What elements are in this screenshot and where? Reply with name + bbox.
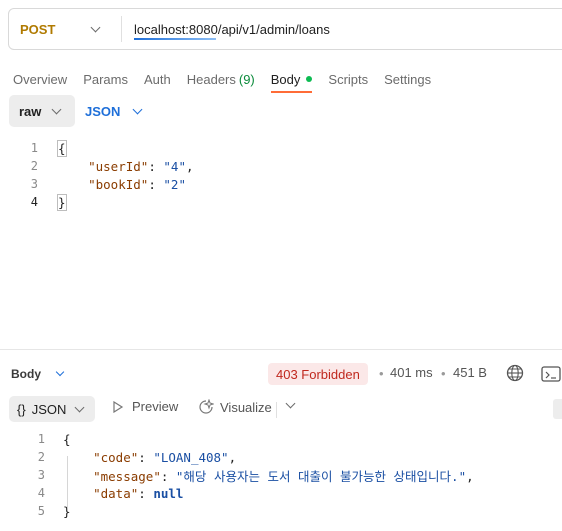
tab-label: Overview [13, 71, 68, 87]
line-number: 3 [37, 468, 45, 482]
code-text: "message": "해당 사용자는 도서 대출이 불가능한 상태입니다.", [93, 468, 474, 484]
json-key: "code" [93, 449, 139, 465]
request-body-editor[interactable]: 1 { 2 "userId": "4", 3 "bookId": "2" 4 } [0, 138, 562, 350]
menu-icon[interactable] [553, 399, 562, 419]
line-number: 2 [37, 450, 45, 464]
separator-dot: • [379, 366, 384, 381]
request-url-bar: POST localhost:8080/api/v1/admin/loans [8, 8, 562, 50]
json-value: "2" [163, 176, 186, 192]
chevron-down-icon [74, 402, 85, 412]
tab-scripts[interactable]: Scripts [328, 67, 368, 91]
code-text: "data": null [93, 485, 184, 501]
body-mode-label: raw [19, 103, 42, 119]
tab-label: Settings [384, 71, 432, 87]
code-text: { [57, 139, 67, 157]
response-header: Body 403 Forbidden • 401 ms • 451 B [0, 360, 562, 388]
status-badge[interactable]: 403 Forbidden [268, 363, 368, 385]
response-format-select[interactable]: {} JSON [9, 396, 95, 422]
json-key: "userId" [88, 158, 149, 174]
tab-label: Params [83, 71, 128, 87]
response-format-label: JSON [31, 401, 67, 417]
json-value: "해당 사용자는 도서 대출이 불가능한 상태입니다." [175, 468, 467, 484]
code-text: "code": "LOAN_408", [93, 449, 237, 465]
response-time[interactable]: 401 ms [390, 365, 433, 380]
response-toolbar: {} JSON Preview Visualize [0, 396, 562, 424]
code-text: "userId": "4", [88, 158, 194, 174]
body-mode-select[interactable]: raw [9, 95, 75, 127]
open-brace: { [57, 139, 67, 157]
json-key: "message" [93, 468, 161, 484]
json-value: "LOAN_408" [153, 449, 229, 465]
body-active-dot-icon [306, 76, 313, 82]
json-value: null [153, 485, 184, 501]
response-body-label[interactable]: Body [11, 367, 41, 381]
tab-body[interactable]: Body [270, 67, 313, 93]
editor-line: 1 { [0, 430, 562, 448]
json-trail: , [466, 468, 474, 484]
line-number: 3 [30, 177, 38, 191]
tab-headers[interactable]: Headers (9) [187, 67, 255, 91]
json-value: "4" [163, 158, 186, 174]
method-select[interactable]: POST [9, 9, 121, 49]
line-number: 4 [37, 486, 45, 500]
chevron-down-icon[interactable] [55, 367, 65, 377]
request-tabs: Overview Params Auth Headers (9) Body Scr… [13, 67, 447, 93]
headers-count-badge: (9) [238, 71, 255, 87]
open-brace: { [63, 431, 71, 447]
body-language-select[interactable]: JSON [85, 95, 143, 127]
visualize-label: Visualize [220, 399, 272, 415]
editor-line: 3 "bookId": "2" [0, 175, 562, 193]
tab-label: Scripts [328, 71, 369, 87]
editor-line: 2 "code": "LOAN_408", [0, 448, 562, 466]
visualize-button[interactable]: Visualize [198, 399, 272, 415]
chevron-down-icon [132, 104, 143, 114]
body-language-label: JSON [85, 103, 121, 119]
chevron-down-icon[interactable] [285, 398, 296, 409]
globe-icon[interactable] [506, 364, 524, 382]
code-text: } [57, 193, 67, 211]
editor-line: 4 "data": null [0, 484, 562, 502]
chevron-down-icon [51, 104, 62, 114]
response-size[interactable]: 451 B [453, 365, 487, 380]
chevron-down-icon [90, 22, 101, 32]
url-input[interactable]: localhost:8080/api/v1/admin/loans [122, 22, 330, 40]
save-response-icon[interactable] [541, 365, 562, 383]
line-number: 4 [30, 195, 38, 209]
separator-dot: • [441, 366, 446, 381]
editor-line: 2 "userId": "4", [0, 157, 562, 175]
tab-overview[interactable]: Overview [13, 67, 67, 91]
tab-label: Headers [186, 71, 236, 87]
visualize-icon [199, 399, 214, 414]
tab-settings[interactable]: Settings [384, 67, 431, 91]
line-number: 1 [30, 141, 38, 155]
json-key: "bookId" [88, 176, 149, 192]
json-key: "data" [93, 485, 139, 501]
indent-guide [67, 456, 68, 508]
editor-line: 4 } [0, 193, 562, 211]
preview-label: Preview [132, 399, 179, 414]
play-icon [113, 400, 124, 413]
divider [276, 402, 277, 418]
line-number: 5 [37, 504, 45, 518]
tab-params[interactable]: Params [83, 67, 128, 91]
editor-line: 1 { [0, 139, 562, 157]
editor-line: 3 "message": "해당 사용자는 도서 대출이 불가능한 상태입니다.… [0, 466, 562, 484]
method-label: POST [20, 21, 56, 37]
editor-line: 5 } [0, 502, 562, 520]
preview-button[interactable]: Preview [112, 399, 178, 414]
close-brace: } [57, 193, 67, 211]
tab-label: Auth [143, 71, 171, 87]
json-trail: , [228, 449, 237, 465]
line-number: 2 [30, 159, 38, 173]
line-number: 1 [37, 432, 45, 446]
code-text: "bookId": "2" [88, 176, 186, 192]
response-body-viewer[interactable]: 1 { 2 "code": "LOAN_408", 3 "message": "… [0, 430, 562, 531]
tab-auth[interactable]: Auth [144, 67, 171, 91]
tab-label: Body [270, 71, 301, 87]
code-text: { [63, 432, 71, 447]
braces-icon: {} [17, 401, 26, 417]
json-trail: , [185, 158, 194, 174]
